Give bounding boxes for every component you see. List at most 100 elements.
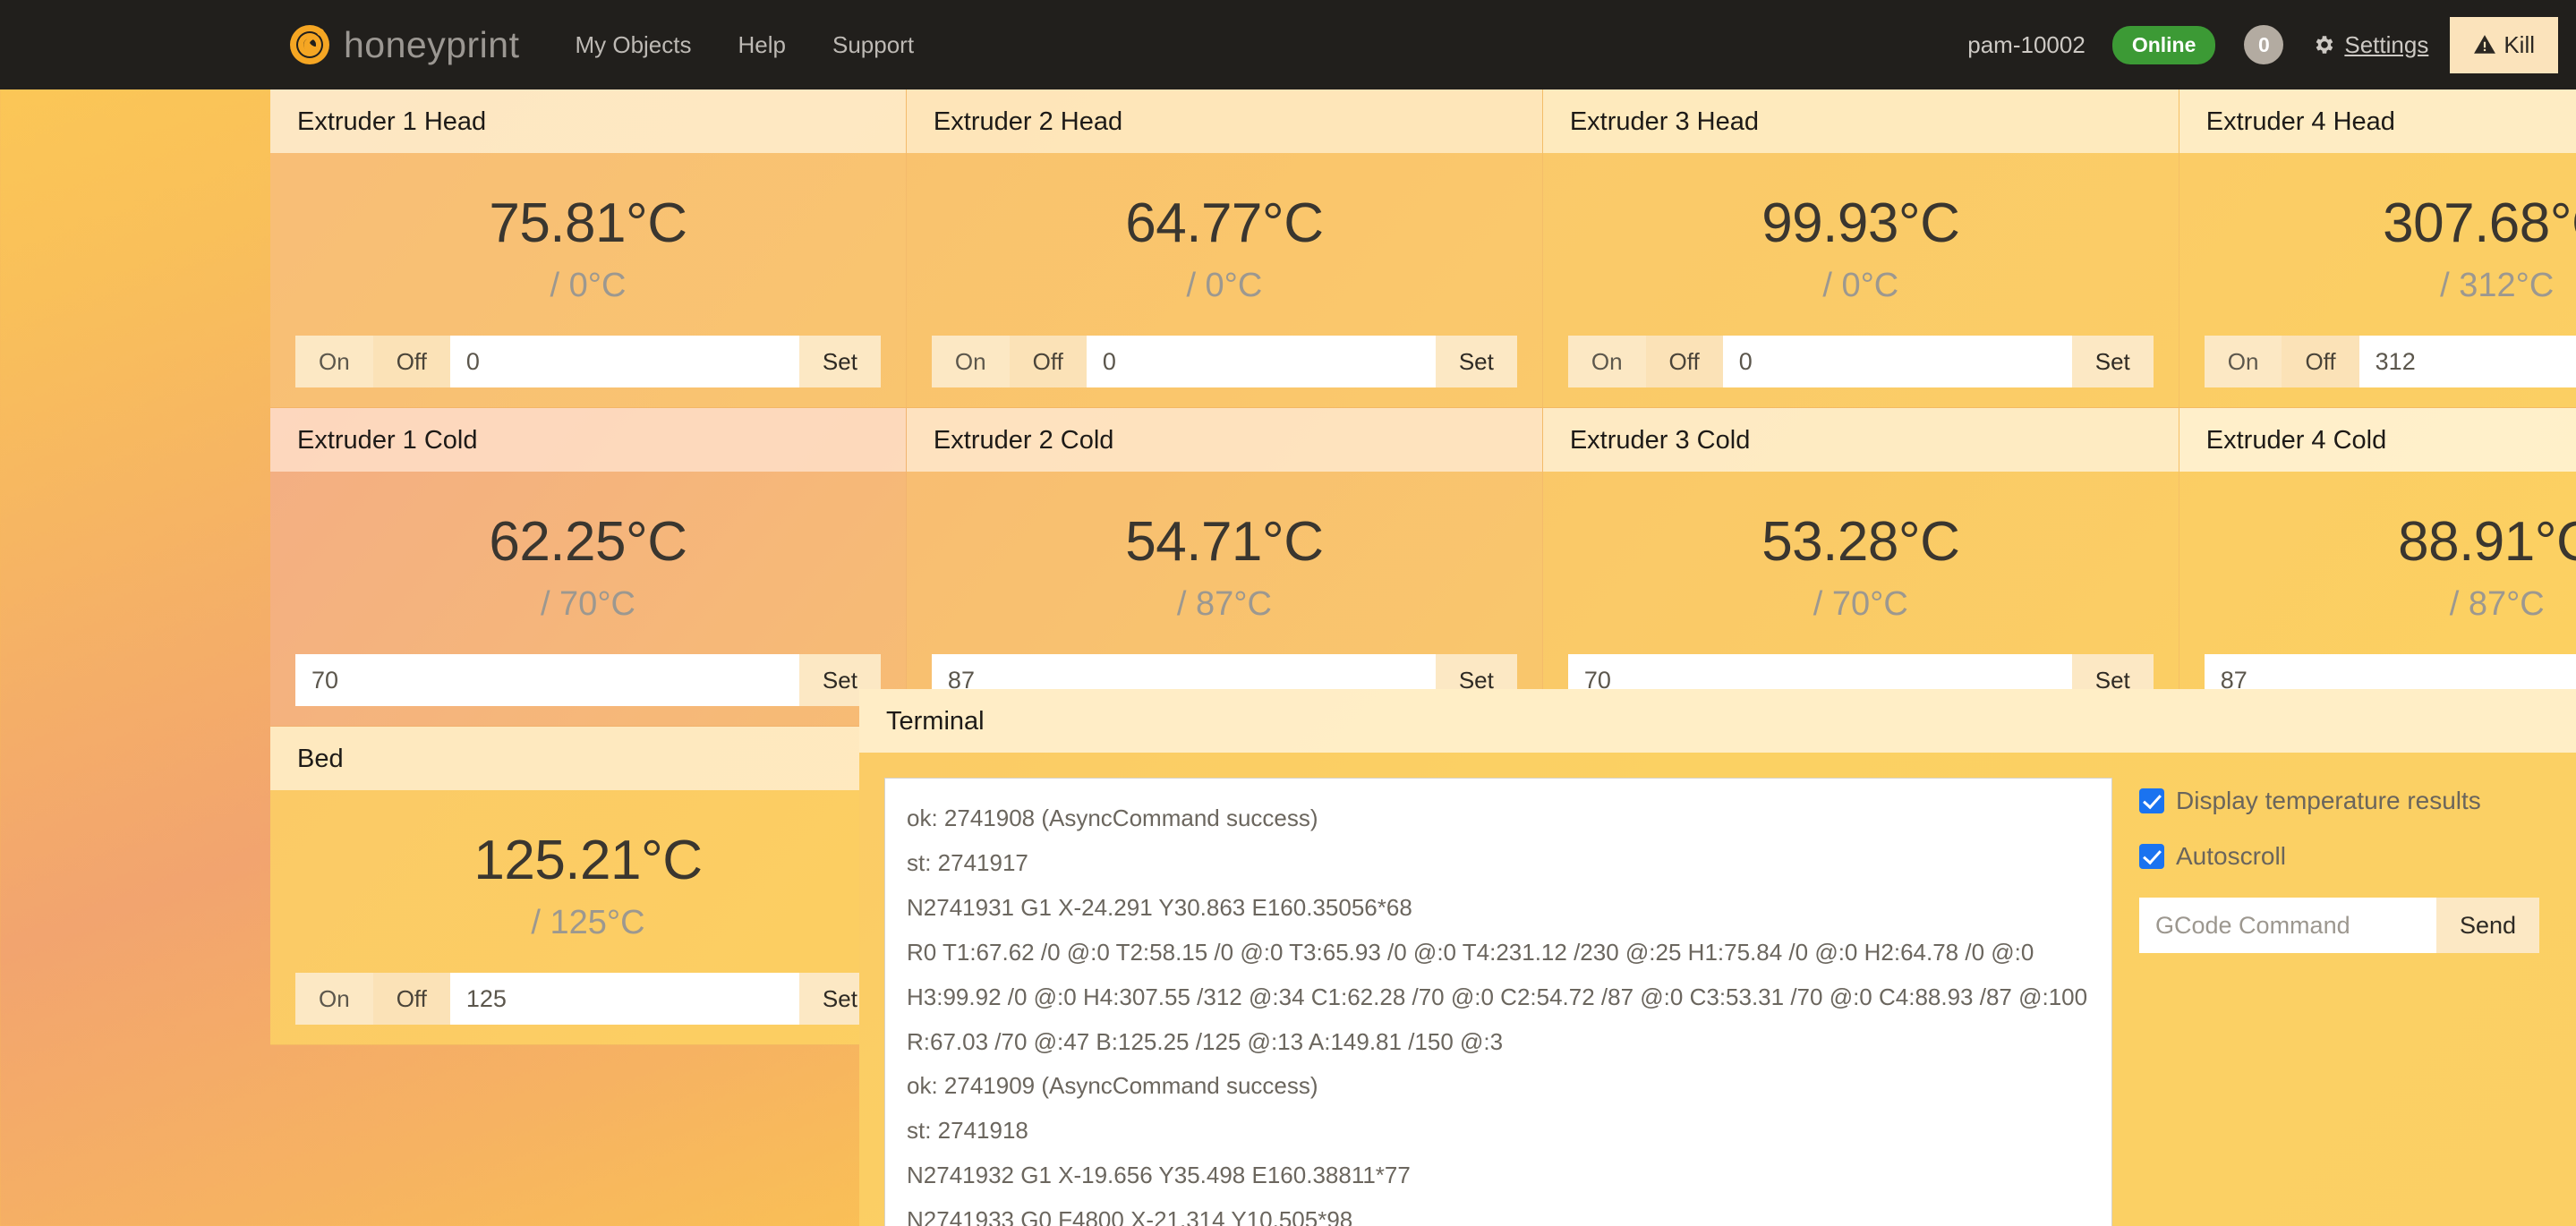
target-temperature-input[interactable] xyxy=(1086,336,1436,388)
checkbox-checked-icon[interactable] xyxy=(2139,844,2164,869)
terminal-log-line: N2741933 G0 F4800 X-21.314 Y10.505*98 xyxy=(907,1206,1353,1226)
option-display-temperature-results[interactable]: Display temperature results xyxy=(2139,787,2551,815)
current-temperature: 125.21°C xyxy=(473,830,703,892)
nav-links: My Objects Help Support xyxy=(575,31,960,59)
target-temperature-input[interactable] xyxy=(449,973,799,1026)
temperature-card: Extruder 4 Head 307.68°C / 312°C OnOffSet xyxy=(2179,89,2576,409)
queue-count-badge[interactable]: 0 xyxy=(2244,25,2284,64)
target-temperature: / 87°C xyxy=(1176,585,1272,624)
heater-off-button[interactable]: Off xyxy=(1645,336,1723,388)
option-label: Display temperature results xyxy=(2176,787,2481,814)
card-body: 64.77°C / 0°C OnOff Set xyxy=(907,153,1542,407)
option-autoscroll[interactable]: Autoscroll xyxy=(2139,842,2551,871)
target-temperature: / 0°C xyxy=(550,267,627,305)
current-temperature: 64.77°C xyxy=(1125,192,1324,254)
temperature-card: Extruder 2 Head 64.77°C / 0°C OnOff Set xyxy=(906,89,1543,409)
card-title: Extruder 3 Cold xyxy=(1542,408,2179,473)
temperature-card: Extruder 3 Head 99.93°C / 0°C OnOff Set xyxy=(1542,89,2179,409)
card-body: 54.71°C/ 87°CSet xyxy=(907,472,1542,726)
temperature-card: Extruder 4 Cold88.91°C/ 87°CSet xyxy=(2179,408,2576,728)
target-temperature-input[interactable] xyxy=(2358,336,2576,388)
warning-triangle-icon xyxy=(2474,35,2496,54)
terminal-log-line: N2741932 G1 X-19.656 Y35.498 E160.38811*… xyxy=(907,1162,1411,1189)
set-temperature-button[interactable]: Set xyxy=(1435,336,1517,388)
card-controls: OnOff Set xyxy=(295,336,881,388)
target-temperature: / 125°C xyxy=(531,904,645,942)
terminal-log-output[interactable]: ok: 2741908 (AsyncCommand success) st: 27… xyxy=(884,778,2112,1226)
current-temperature: 62.25°C xyxy=(489,511,687,574)
card-controls: OnOff Set xyxy=(931,336,1517,388)
nav-right-cluster: pam-10002 Online 0 Settings Kill xyxy=(1967,0,2558,89)
terminal-log-line: st: 2741917 xyxy=(907,848,1028,876)
card-title: Extruder 4 Head xyxy=(2179,89,2576,153)
gear-icon xyxy=(2316,36,2333,54)
settings-label: Settings xyxy=(2344,30,2429,58)
card-title: Bed xyxy=(270,727,906,791)
heater-on-button[interactable]: On xyxy=(931,336,1010,388)
target-temperature: / 0°C xyxy=(1186,267,1263,305)
gcode-command-input[interactable] xyxy=(2139,898,2436,953)
current-temperature: 88.91°C xyxy=(2398,511,2576,574)
temperature-card: Extruder 1 Head 75.81°C / 0°C OnOff Set xyxy=(270,89,907,409)
card-title: Extruder 1 Head xyxy=(270,89,906,153)
gcode-command-row: Send xyxy=(2139,898,2551,953)
heater-on-button[interactable]: On xyxy=(295,973,373,1026)
target-temperature: / 70°C xyxy=(540,585,635,624)
card-title: Extruder 3 Head xyxy=(1542,89,2179,153)
heater-off-button[interactable]: Off xyxy=(1009,336,1087,388)
card-body: 307.68°C / 312°C OnOffSet xyxy=(2179,153,2576,407)
terminal-log-line: N2741931 G1 X-24.291 Y30.863 E160.35056*… xyxy=(907,893,1412,921)
card-title: Extruder 4 Cold xyxy=(2179,408,2576,473)
brand-area[interactable]: honeyprint xyxy=(288,23,519,66)
send-gcode-button[interactable]: Send xyxy=(2436,898,2540,953)
card-controls: OnOffSet xyxy=(2204,336,2576,388)
card-body: 62.25°C / 70°C Set xyxy=(270,472,906,726)
brand-name: honeyprint xyxy=(344,23,520,65)
terminal-log-line: ok: 2741909 (AsyncCommand success) xyxy=(907,1072,1318,1100)
card-controls: OnOffSet xyxy=(295,973,881,1026)
heater-on-button[interactable]: On xyxy=(295,336,373,388)
current-temperature: 53.28°C xyxy=(1761,511,1960,574)
temperature-card: Extruder 2 Cold54.71°C/ 87°CSet xyxy=(906,408,1543,728)
target-temperature-input[interactable] xyxy=(295,654,799,707)
settings-link[interactable]: Settings xyxy=(2312,31,2428,59)
heater-off-button[interactable]: Off xyxy=(2282,336,2359,388)
target-temperature: / 312°C xyxy=(2440,267,2555,305)
nav-link-help[interactable]: Help xyxy=(738,31,786,59)
heater-on-button[interactable]: On xyxy=(2204,336,2282,388)
option-label: Autoscroll xyxy=(2176,842,2286,870)
kill-button-label: Kill xyxy=(2503,30,2535,58)
target-temperature-input[interactable] xyxy=(449,336,799,388)
heater-on-button[interactable]: On xyxy=(1567,336,1646,388)
set-temperature-button[interactable]: Set xyxy=(798,336,881,388)
card-controls: Set xyxy=(295,654,881,707)
card-body: 75.81°C / 0°C OnOff Set xyxy=(270,153,906,407)
terminal-title: Terminal xyxy=(859,689,2576,753)
checkbox-checked-icon[interactable] xyxy=(2139,788,2164,813)
target-temperature-input[interactable] xyxy=(1722,336,2072,388)
current-temperature: 54.71°C xyxy=(1125,511,1324,574)
card-body: 125.21°C / 125°C OnOffSet xyxy=(270,790,906,1044)
set-temperature-button[interactable]: Set xyxy=(2071,336,2154,388)
heater-off-button[interactable]: Off xyxy=(372,973,450,1026)
card-controls: OnOff Set xyxy=(1567,336,2154,388)
terminal-body: ok: 2741908 (AsyncCommand success) st: 27… xyxy=(859,753,2576,1226)
kill-button[interactable]: Kill xyxy=(2450,16,2558,73)
temperature-card: Bed 125.21°C / 125°C OnOffSet xyxy=(270,727,907,1046)
card-body: 88.91°C/ 87°CSet xyxy=(2179,472,2576,726)
honeyprint-spiral-logo-icon xyxy=(290,25,329,64)
target-temperature: / 70°C xyxy=(1813,585,1908,624)
top-navbar: honeyprint My Objects Help Support pam-1… xyxy=(0,0,2576,89)
heater-off-button[interactable]: Off xyxy=(372,336,450,388)
current-temperature: 307.68°C xyxy=(2383,192,2576,254)
card-title: Extruder 1 Cold xyxy=(270,408,906,473)
card-body: 99.93°C / 0°C OnOff Set xyxy=(1543,153,2179,407)
nav-link-support[interactable]: Support xyxy=(832,31,914,59)
card-title: Extruder 2 Cold xyxy=(906,408,1542,473)
terminal-log-line: ok: 2741908 (AsyncCommand success) xyxy=(907,805,1318,831)
terminal-panel: Terminal ok: 2741908 (AsyncCommand succe… xyxy=(859,689,2576,1226)
current-temperature: 75.81°C xyxy=(489,192,687,254)
nav-link-my-objects[interactable]: My Objects xyxy=(575,31,691,59)
card-body: 53.28°C/ 70°CSet xyxy=(1543,472,2179,726)
status-badge: Online xyxy=(2111,25,2216,64)
